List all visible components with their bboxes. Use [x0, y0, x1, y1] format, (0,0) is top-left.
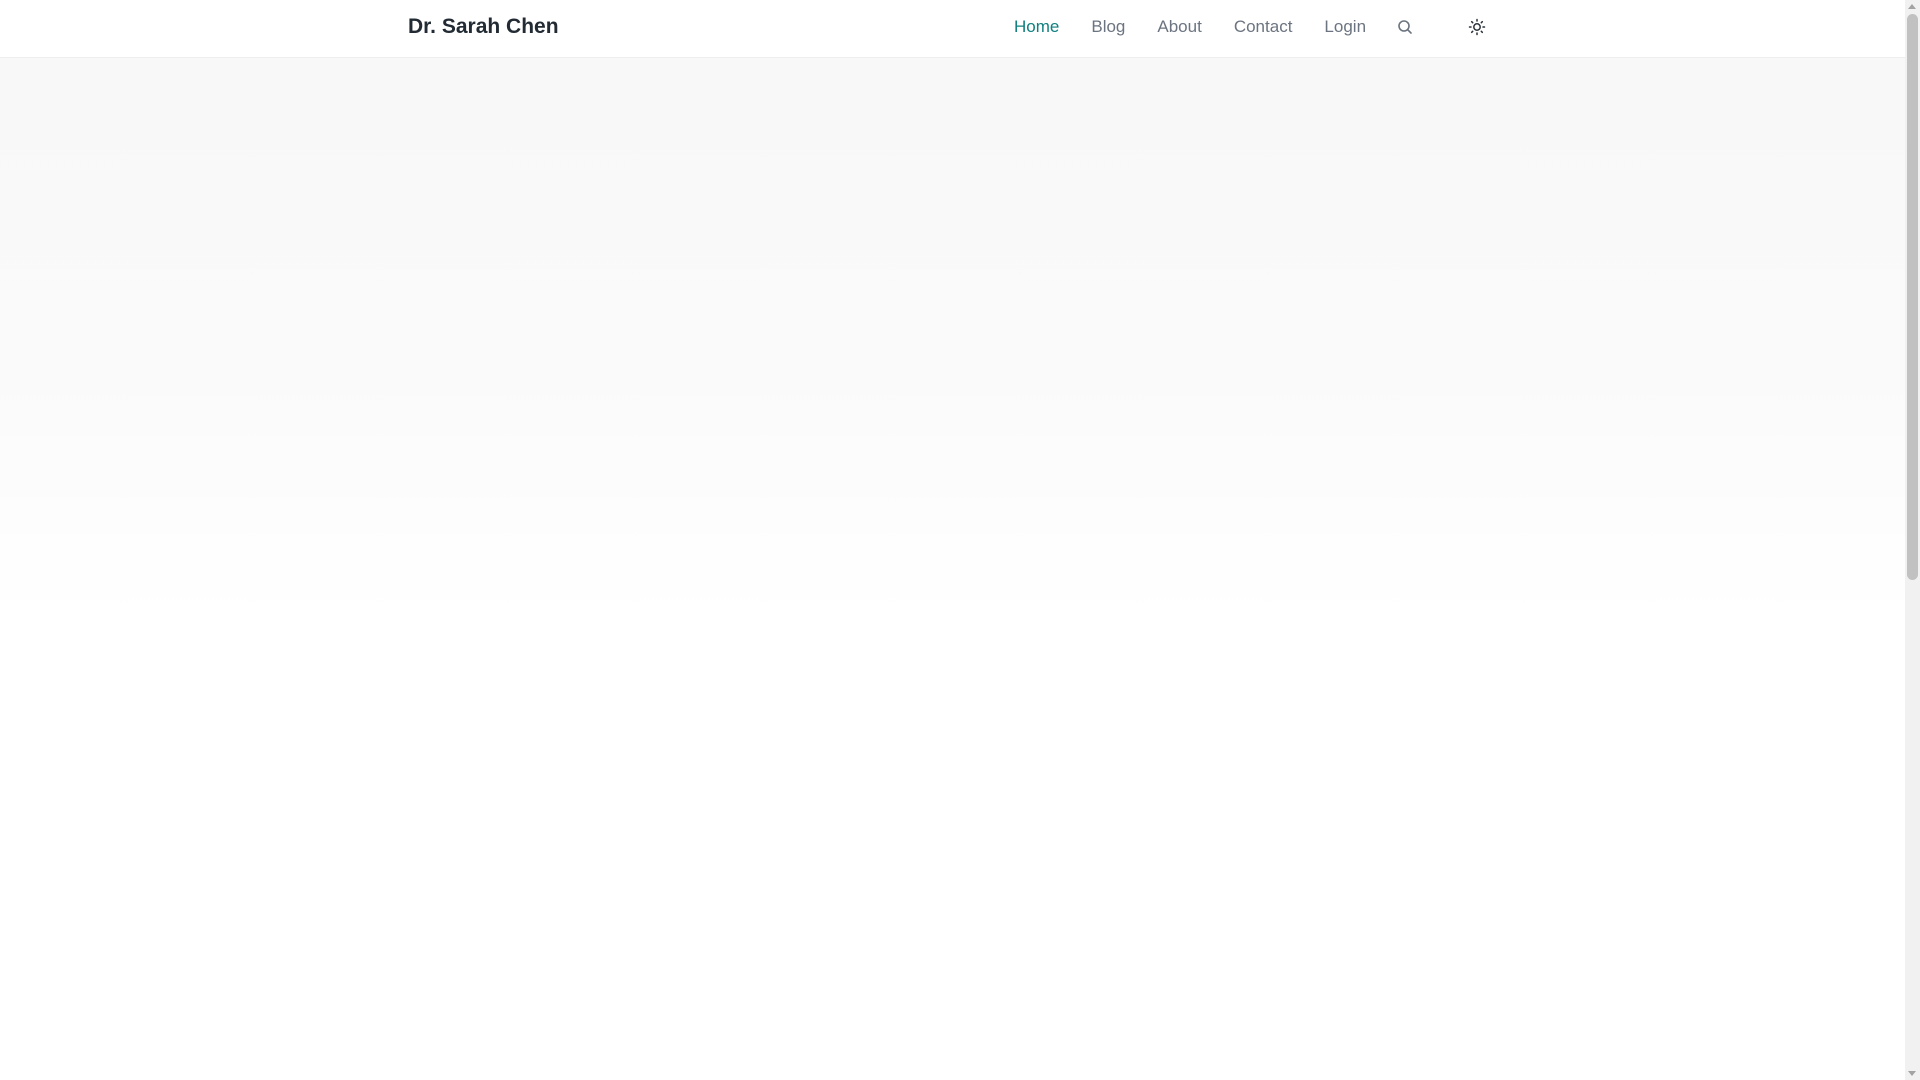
page: Dr. Sarah Chen Home Blog About Contact L… [0, 0, 1920, 1080]
nav-login-link[interactable]: Login [1324, 16, 1366, 38]
search-button[interactable] [1395, 17, 1415, 37]
viewport: Dr. Sarah Chen Home Blog About Contact L… [0, 0, 1905, 1080]
scroll-down-arrow-icon[interactable] [1908, 1071, 1916, 1076]
site-title-link[interactable]: Dr. Sarah Chen [408, 14, 559, 40]
theme-toggle-button[interactable] [1467, 17, 1487, 37]
scroll-up-arrow-icon[interactable] [1908, 4, 1916, 9]
nav-about-link[interactable]: About [1157, 16, 1201, 38]
vertical-scrollbar[interactable] [1905, 0, 1920, 1080]
main-nav: Home Blog About Contact Login [1014, 16, 1398, 38]
main-content [0, 618, 1905, 1080]
nav-contact-link[interactable]: Contact [1234, 16, 1293, 38]
sun-icon [1468, 18, 1486, 36]
nav-blog-link[interactable]: Blog [1091, 16, 1125, 38]
site-header: Dr. Sarah Chen Home Blog About Contact L… [0, 0, 1905, 58]
search-icon [1398, 20, 1412, 34]
scrollbar-thumb[interactable] [1907, 14, 1918, 580]
nav-home-link[interactable]: Home [1014, 16, 1059, 38]
hero-section [0, 58, 1905, 618]
